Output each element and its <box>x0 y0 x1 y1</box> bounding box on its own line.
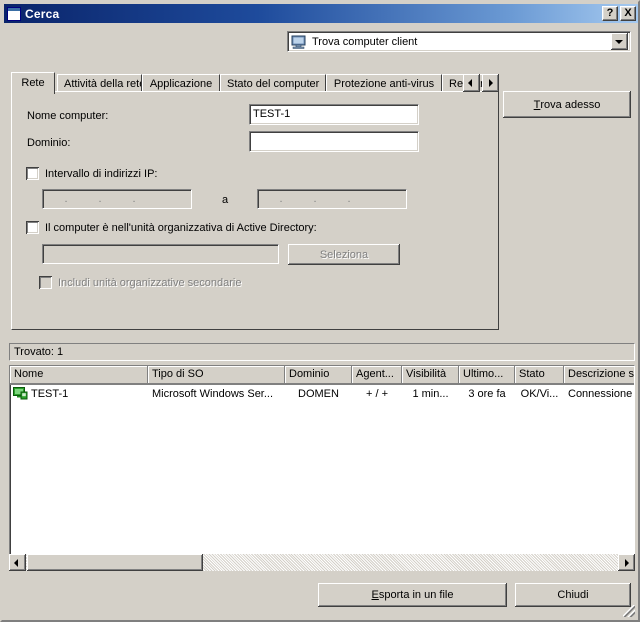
tab-scroll-right-icon[interactable] <box>482 74 499 92</box>
results-horizontal-scrollbar[interactable] <box>9 554 635 571</box>
title-bar: Cerca ? X <box>4 4 638 23</box>
tab-rete[interactable]: Rete <box>11 72 55 94</box>
domain-input[interactable] <box>249 131 419 152</box>
ip-octet-dot-6: . <box>313 193 317 205</box>
checkbox-box <box>39 276 52 289</box>
table-row[interactable]: TEST-1 Microsoft Windows Ser... DOMEN + … <box>10 385 634 402</box>
column-header-dominio[interactable]: Dominio <box>285 366 352 384</box>
ip-octet-dot-2: . <box>98 193 102 205</box>
ip-range-separator: a <box>222 194 229 206</box>
ip-octet-dot-3: . <box>132 193 136 205</box>
column-header-visibilita[interactable]: Visibilità <box>402 366 459 384</box>
tab-scroll-left-icon[interactable] <box>463 74 480 92</box>
cell-stato: OK/Vi... <box>520 387 559 400</box>
scrollbar-left-arrow-icon[interactable] <box>9 554 26 571</box>
cell-nome-text: TEST-1 <box>31 387 69 400</box>
cell-descrizione-stato: Connessione pre <box>568 387 634 400</box>
active-directory-ou-input[interactable] <box>42 244 279 264</box>
include-sub-ou-checkbox[interactable]: Includi unità organizzative secondarie <box>39 276 241 289</box>
scrollbar-right-arrow-icon[interactable] <box>618 554 635 571</box>
column-header-agente[interactable]: Agent... <box>352 366 402 384</box>
computer-name-input[interactable]: TEST-1 <box>249 104 419 125</box>
results-listview[interactable]: Nome Tipo di SO Dominio Agent... Visibil… <box>9 365 635 571</box>
cell-visibilita: 1 min... <box>412 387 449 400</box>
search-dialog-window: Cerca ? X Trova computer client Rete Att… <box>0 0 640 622</box>
cell-dominio: DOMEN <box>298 387 339 400</box>
ip-octet-dot-5: . <box>279 193 283 205</box>
tab-strip: Rete Attività della rete Applicazione St… <box>11 72 499 94</box>
checkbox-box <box>26 221 39 234</box>
resize-grip[interactable] <box>623 605 635 617</box>
computer-name-label: Nome computer: <box>27 110 109 122</box>
find-now-label: rova adesso <box>540 98 601 111</box>
ip-range-label: Intervallo di indirizzi IP: <box>45 167 158 180</box>
computer-online-icon <box>13 387 28 400</box>
column-header-nome[interactable]: Nome <box>10 366 148 384</box>
ip-octet-dot-1: . <box>64 193 68 205</box>
ip-range-to-input[interactable]: . . . <box>257 189 407 209</box>
cell-ultimo: 3 ore fa <box>468 387 506 400</box>
include-sub-ou-label: Includi unità organizzative secondarie <box>58 276 242 289</box>
cell-nome: TEST-1 <box>10 387 148 400</box>
active-directory-ou-label: Il computer è nell'unità organizzativa d… <box>45 221 317 234</box>
ip-range-from-input[interactable]: . . . <box>42 189 192 209</box>
scrollbar-thumb[interactable] <box>27 554 203 571</box>
find-now-accel: T <box>533 98 541 111</box>
checkbox-box <box>26 167 39 180</box>
computer-icon <box>291 35 307 49</box>
domain-label: Dominio: <box>27 137 71 149</box>
ip-range-checkbox[interactable]: Intervallo di indirizzi IP: <box>26 167 158 180</box>
column-header-ultimo[interactable]: Ultimo... <box>459 366 515 384</box>
search-type-value: Trova computer client <box>312 35 418 48</box>
find-now-button[interactable]: Trova adesso <box>503 91 631 118</box>
search-type-combo[interactable]: Trova computer client <box>287 31 631 52</box>
close-dialog-button[interactable]: Chiudi <box>515 583 631 607</box>
close-button[interactable]: X <box>620 6 636 21</box>
help-button[interactable]: ? <box>602 6 618 21</box>
tab-panel-rete: Nome computer: TEST-1 Dominio: Intervall… <box>11 91 499 330</box>
listview-header: Nome Tipo di SO Dominio Agent... Visibil… <box>10 366 634 385</box>
cell-tipo-di-so: Microsoft Windows Ser... <box>152 387 274 400</box>
chevron-down-icon[interactable] <box>611 33 628 50</box>
export-label: sporta in un file <box>378 589 454 601</box>
export-to-file-button[interactable]: Esporta in un file <box>318 583 507 607</box>
found-count-bar: Trovato: 1 <box>9 343 635 361</box>
column-header-tipo-di-so[interactable]: Tipo di SO <box>148 366 285 384</box>
export-accel: E <box>371 589 379 601</box>
ip-octet-dot-7: . <box>347 193 351 205</box>
window-title: Cerca <box>25 6 60 21</box>
cell-agente: + / + <box>365 387 389 400</box>
column-header-descrizione-stato[interactable]: Descrizione stato <box>564 366 634 384</box>
column-header-stato[interactable]: Stato <box>515 366 564 384</box>
select-ou-button[interactable]: Seleziona <box>288 244 400 265</box>
window-icon <box>7 6 21 21</box>
active-directory-ou-checkbox[interactable]: Il computer è nell'unità organizzativa d… <box>26 221 317 234</box>
